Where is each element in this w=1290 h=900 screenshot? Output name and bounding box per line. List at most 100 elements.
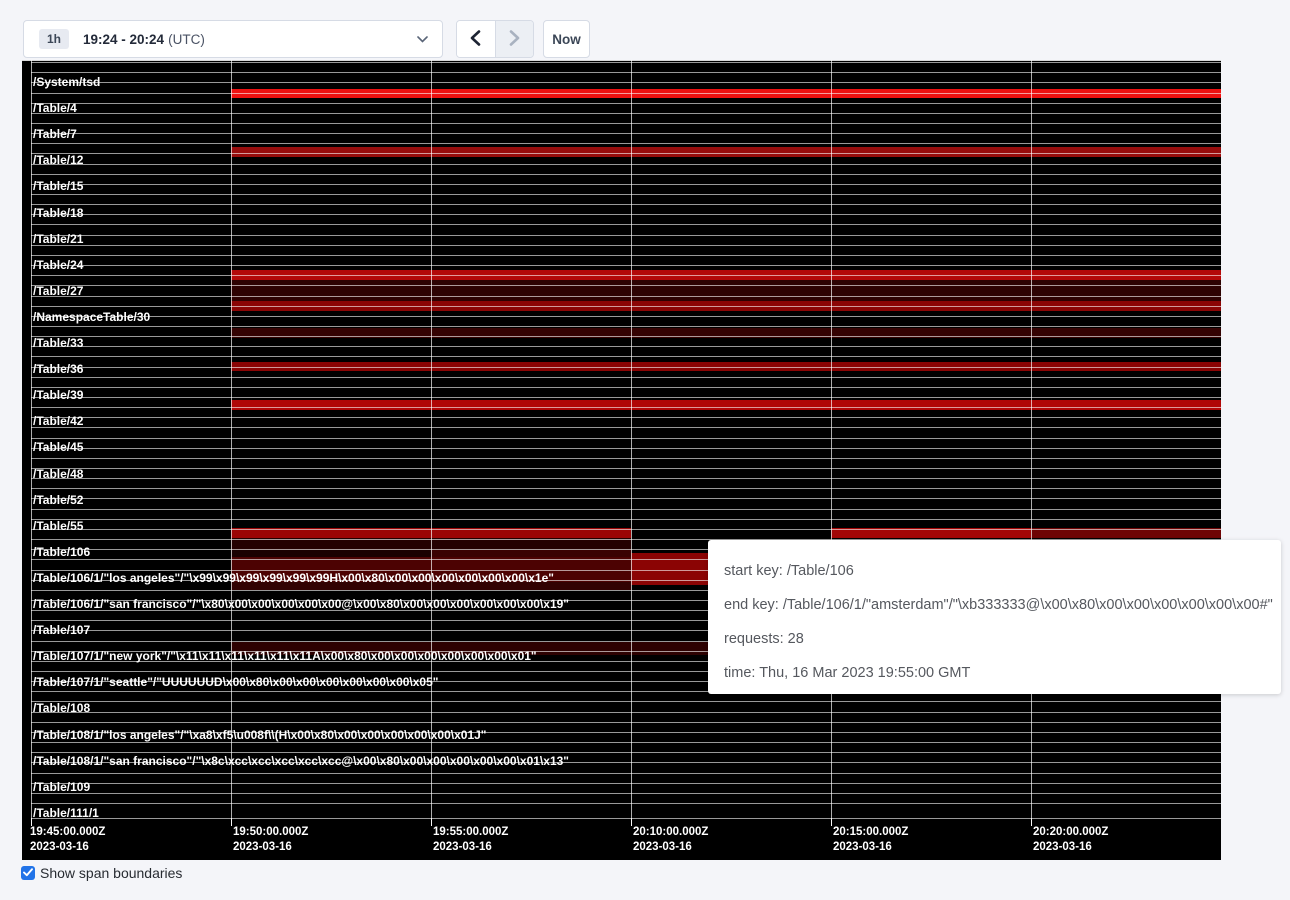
span-boundary-line [31, 82, 1221, 83]
span-boundary-line [31, 296, 1221, 297]
span-boundary-line [31, 448, 1221, 449]
key-span-label: /Table/55 [33, 520, 83, 533]
next-interval-button[interactable] [496, 21, 534, 57]
x-axis-time-label: 19:45:00.000Z [30, 826, 105, 839]
span-boundary-line [31, 153, 1221, 154]
x-axis-time-label: 20:10:00.000Z [633, 826, 708, 839]
span-boundary-line [31, 722, 1221, 723]
key-span-label: /Table/27 [33, 285, 83, 298]
key-span-label: /Table/21 [33, 233, 83, 246]
span-boundary-line [31, 478, 1221, 479]
span-boundary-line [31, 62, 1221, 63]
key-span-label: /Table/107/1/"seattle"/"UUUUUUD\x00\x80\… [33, 676, 438, 689]
span-boundary-line [31, 306, 1221, 307]
span-boundary-line [31, 255, 1221, 256]
tooltip-start-key: start key: /Table/106 [724, 561, 1265, 582]
span-boundary-line [31, 245, 1221, 246]
tooltip-requests: requests: 28 [724, 629, 1265, 650]
span-boundary-line [31, 113, 1221, 114]
span-boundary-line [31, 519, 1221, 520]
heat-band[interactable] [231, 89, 1221, 98]
prev-interval-button[interactable] [457, 21, 496, 57]
tooltip-end-key: end key: /Table/106/1/"amsterdam"/"\xb33… [724, 595, 1265, 616]
key-span-label: /Table/12 [33, 154, 83, 167]
span-boundary-line [31, 346, 1221, 347]
span-boundary-line [31, 793, 1221, 794]
now-button[interactable]: Now [543, 20, 590, 58]
span-boundary-line [31, 407, 1221, 408]
heat-band[interactable] [231, 280, 1221, 301]
span-boundary-line [31, 184, 1221, 185]
time-gridline [1031, 60, 1032, 826]
span-boundary-line [31, 712, 1221, 713]
span-boundary-line [31, 224, 1221, 225]
x-axis-date-label: 2023-03-16 [433, 841, 492, 854]
span-boundary-line [31, 204, 1221, 205]
span-boundary-line [31, 326, 1221, 327]
heat-band[interactable] [231, 147, 1221, 157]
key-span-label: /Table/15 [33, 180, 83, 193]
range-duration-badge: 1h [39, 29, 69, 49]
heat-band[interactable] [431, 550, 631, 557]
span-boundary-line [31, 377, 1221, 378]
key-span-label: /Table/45 [33, 441, 83, 454]
x-axis-date-label: 2023-03-16 [233, 841, 292, 854]
key-span-label: /System/tsd [33, 76, 100, 89]
span-boundary-line [31, 458, 1221, 459]
span-boundary-line [22, 60, 1221, 61]
span-boundaries-control: Show span boundaries [21, 866, 182, 881]
span-boundary-line [31, 133, 1221, 134]
key-span-label: /Table/18 [33, 207, 83, 220]
span-boundary-line [31, 285, 1221, 286]
span-boundary-line [31, 498, 1221, 499]
tooltip-time: time: Thu, 16 Mar 2023 19:55:00 GMT [724, 663, 1265, 684]
key-span-label: /NamespaceTable/30 [33, 311, 150, 324]
span-boundary-line [31, 72, 1221, 73]
axis-tick [631, 818, 632, 826]
time-gridline [831, 60, 832, 826]
x-axis-date-label: 2023-03-16 [30, 841, 89, 854]
span-boundary-line [31, 316, 1221, 317]
time-gridline [431, 60, 432, 826]
span-boundary-line [31, 529, 1221, 530]
key-span-label: /Table/33 [33, 337, 83, 350]
key-span-label: /Table/107/1/"new york"/"\x11\x11\x11\x1… [33, 650, 537, 663]
key-span-label: /Table/24 [33, 259, 83, 272]
chevron-left-icon [470, 30, 481, 49]
time-nav-group [456, 20, 534, 58]
time-range-selector[interactable]: 1h 19:24 - 20:24 (UTC) [23, 20, 443, 58]
span-boundary-line [31, 818, 1221, 819]
span-boundary-line [31, 275, 1221, 276]
span-boundary-line [31, 93, 1221, 94]
span-boundary-line [31, 336, 1221, 337]
key-span-label: /Table/4 [33, 102, 77, 115]
span-boundary-line [31, 803, 1221, 804]
key-span-label: /Table/108 [33, 702, 90, 715]
span-boundary-line [31, 143, 1221, 144]
key-span-label: /Table/109 [33, 781, 90, 794]
key-span-label: /Table/7 [33, 128, 77, 141]
x-axis-time-label: 19:50:00.000Z [233, 826, 308, 839]
show-span-boundaries-checkbox[interactable] [21, 866, 35, 880]
span-boundary-line [31, 783, 1221, 784]
key-span-label: /Table/52 [33, 494, 83, 507]
heatmap-canvas[interactable]: 19:45:00.000Z 2023-03-16 19:50:00.000Z 2023… [22, 60, 1221, 860]
span-boundary-line [31, 417, 1221, 418]
key-span-label: /Table/106 [33, 546, 90, 559]
span-boundary-line [31, 235, 1221, 236]
span-boundary-line [31, 123, 1221, 124]
x-axis-date-label: 2023-03-16 [833, 841, 892, 854]
axis-tick [31, 818, 32, 826]
key-span-label: /Table/108/1/"los angeles"/"\xa8\xf5\u00… [33, 729, 487, 742]
key-span-label: /Table/36 [33, 363, 83, 376]
heat-band[interactable] [231, 550, 431, 557]
span-boundary-line [31, 427, 1221, 428]
span-boundary-line [31, 468, 1221, 469]
x-axis-time-label: 20:15:00.000Z [833, 826, 908, 839]
span-boundary-line [31, 488, 1221, 489]
x-axis-time-label: 19:55:00.000Z [433, 826, 508, 839]
span-boundary-line [31, 265, 1221, 266]
heat-band[interactable] [231, 400, 1221, 410]
span-boundary-line [31, 174, 1221, 175]
span-boundary-line [31, 742, 1221, 743]
